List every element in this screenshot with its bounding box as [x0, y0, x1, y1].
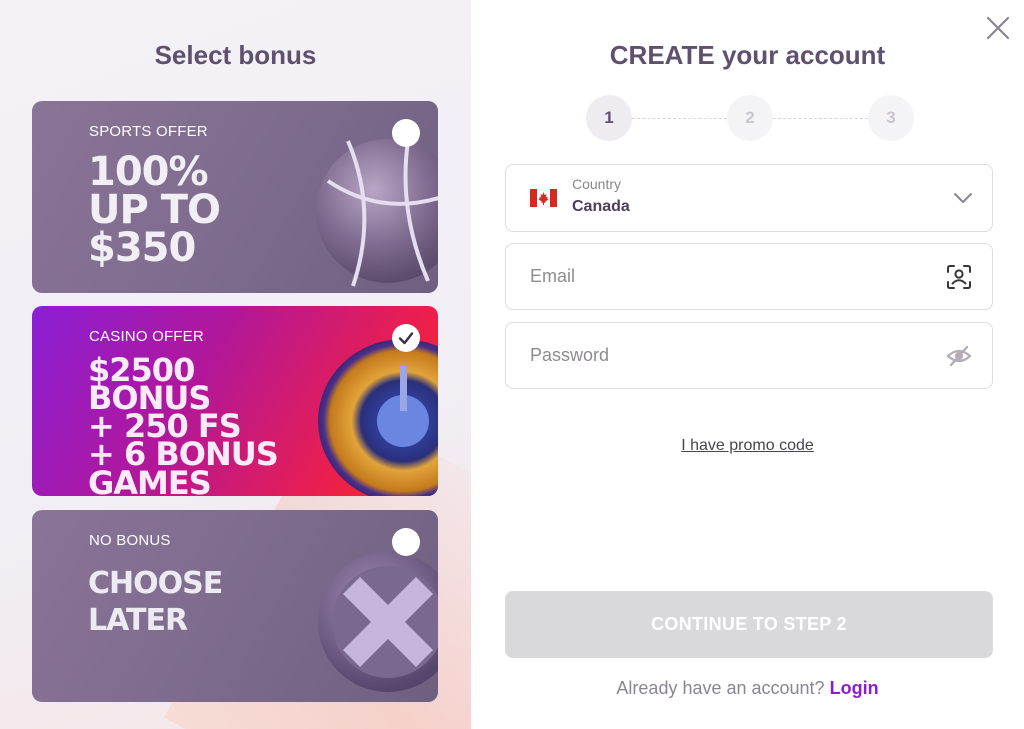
offer-headline: 100% UP TO $350: [88, 149, 221, 271]
country-select[interactable]: Country Canada: [505, 164, 993, 232]
eye-off-icon[interactable]: [946, 343, 972, 369]
close-icon[interactable]: [984, 14, 1012, 42]
login-prompt: Already have an account? Login: [471, 678, 1024, 699]
bonus-panel: Select bonus SPORTS OFFER 100% UP TO $35…: [0, 0, 471, 729]
password-field-wrapper: [505, 322, 993, 389]
step-2: 2: [727, 95, 773, 141]
cross-coin-icon: [318, 552, 438, 692]
canada-flag-icon: [530, 189, 557, 207]
sports-offer-card[interactable]: SPORTS OFFER 100% UP TO $350: [32, 101, 438, 293]
select-bonus-title: Select bonus: [154, 40, 317, 70]
registration-panel: CREATE your account 1 2 3 Country Canada: [471, 0, 1024, 729]
no-bonus-card[interactable]: NO BONUS CHOOSE LATER: [32, 510, 438, 702]
password-input[interactable]: [506, 323, 992, 388]
email-input[interactable]: [506, 244, 992, 309]
step-indicator: 1 2 3: [586, 95, 914, 143]
basketball-icon: [316, 139, 438, 287]
chevron-down-icon[interactable]: [952, 189, 974, 207]
have-account-text: Already have an account?: [616, 678, 825, 698]
email-field-wrapper: [505, 243, 993, 310]
offer-tag: SPORTS OFFER: [89, 123, 208, 140]
roulette-wheel-icon: [318, 339, 438, 496]
casino-offer-card[interactable]: CASINO OFFER $2500 BONUS + 250 FS + 6 BO…: [32, 306, 438, 496]
country-value: Canada: [572, 198, 630, 215]
offer-tag: NO BONUS: [89, 532, 171, 549]
continue-to-step-2-button[interactable]: CONTINUE TO STEP 2: [505, 591, 993, 658]
step-1: 1: [586, 95, 632, 141]
check-icon: [398, 332, 414, 345]
promo-code-link[interactable]: I have promo code: [471, 437, 1024, 455]
offer-headline: $2500 BONUS + 250 FS + 6 BONUS GAMES: [88, 351, 279, 496]
sports-offer-radio[interactable]: [392, 119, 420, 147]
country-label: Country: [572, 176, 622, 192]
login-link[interactable]: Login: [830, 678, 879, 698]
step-3: 3: [868, 95, 914, 141]
face-id-icon[interactable]: [946, 264, 972, 290]
casino-offer-radio[interactable]: [392, 324, 420, 352]
offer-tag: CASINO OFFER: [89, 328, 204, 345]
create-account-title: CREATE your account: [609, 40, 886, 70]
offer-headline: CHOOSE LATER: [88, 566, 223, 638]
no-bonus-radio[interactable]: [392, 528, 420, 556]
